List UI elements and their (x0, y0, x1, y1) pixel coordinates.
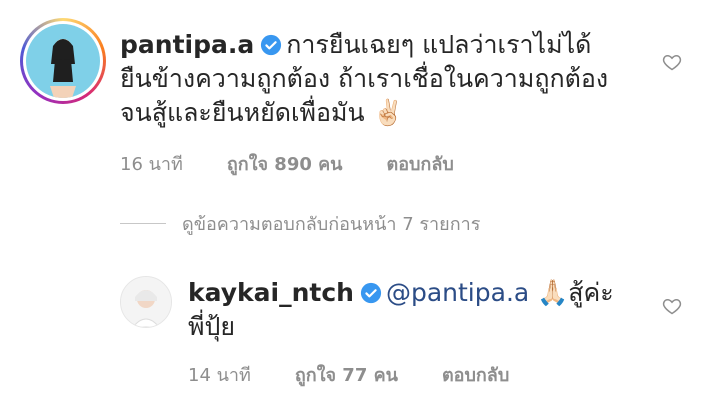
comment-username[interactable]: pantipa.a (120, 30, 254, 59)
avatar-illustration (26, 24, 100, 98)
view-replies-label[interactable]: ดูข้อความตอบกลับก่อนหน้า 7 รายการ (182, 209, 480, 238)
view-previous-replies[interactable]: ดูข้อความตอบกลับก่อนหน้า 7 รายการ (120, 209, 480, 238)
likes-count[interactable]: ถูกใจ 77 คน (295, 360, 398, 389)
avatar-story-ring[interactable] (20, 18, 106, 104)
avatar[interactable] (120, 276, 172, 328)
reply-button[interactable]: ตอบกลับ (387, 149, 454, 178)
likes-count[interactable]: ถูกใจ 890 คน (227, 149, 343, 178)
mention-link[interactable]: @pantipa.a (386, 278, 529, 307)
divider-line (120, 223, 166, 224)
heart-outline-icon[interactable] (662, 52, 682, 72)
comment-meta: 16 นาที ถูกใจ 890 คน ตอบกลับ (120, 149, 454, 178)
heart-outline-icon[interactable] (662, 296, 682, 316)
avatar (26, 24, 100, 98)
reply-meta: 14 นาที ถูกใจ 77 คน ตอบกลับ (188, 360, 509, 389)
reply-button[interactable]: ตอบกลับ (442, 360, 509, 389)
verified-badge-icon (261, 34, 282, 56)
reply-username[interactable]: kaykai_ntch (188, 278, 354, 307)
comment-body: pantipa.a การยืนเฉยๆ แปลว่าเราไม่ได้ยืนข้… (120, 28, 620, 130)
comment-time: 16 นาที (120, 154, 183, 175)
reply-body: kaykai_ntch @pantipa.a 🙏🏻สู้ค่ะพี่ปุ้ย (188, 276, 628, 344)
verified-badge-icon (360, 282, 382, 304)
avatar-illustration (121, 277, 171, 327)
reply-time: 14 นาที (188, 365, 251, 386)
